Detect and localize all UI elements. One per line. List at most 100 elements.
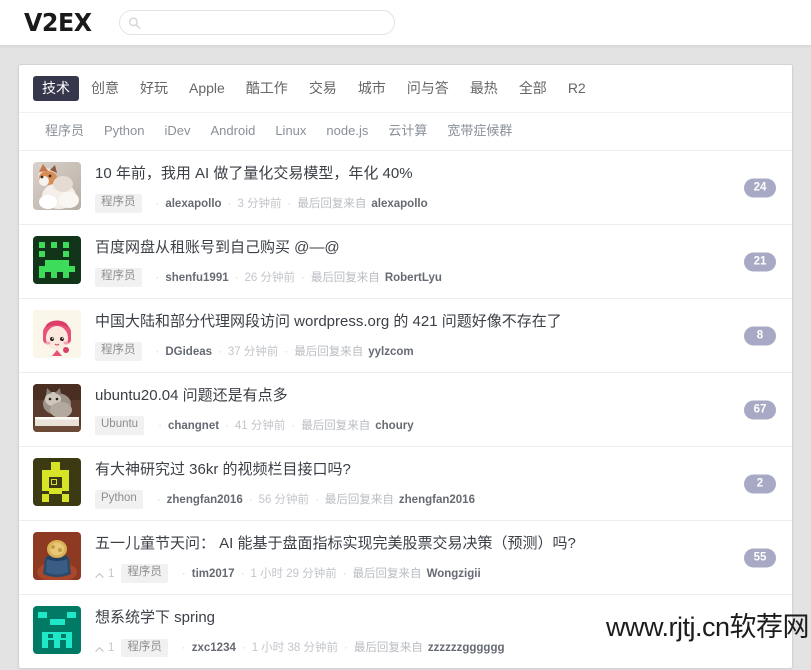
category-tabs: 技术 创意 好玩 Apple 酷工作 交易 城市 问与答 最热 全部 R2 <box>19 65 792 113</box>
table-row[interactable]: 想系统学下 spring 1 程序员 · zxc1234 · 1 小时 38 分… <box>19 594 792 669</box>
reply-count-badge[interactable]: 67 <box>744 400 776 420</box>
tab-jishu[interactable]: 技术 <box>33 76 79 102</box>
tab-jiaoyi[interactable]: 交易 <box>300 76 346 101</box>
tab-quanbu[interactable]: 全部 <box>510 76 556 101</box>
subnav-item-nodejs[interactable]: node.js <box>326 123 368 139</box>
node-tag[interactable]: 程序员 <box>121 638 168 658</box>
table-row[interactable]: 有大神研究过 36kr 的视频栏目接口吗? Python · zhengfan2… <box>19 446 792 521</box>
reply-count-badge[interactable]: 55 <box>744 548 776 568</box>
node-subnav: 程序员 Python iDev Android Linux node.js 云计… <box>19 112 792 150</box>
subnav-item-linux[interactable]: Linux <box>275 123 306 139</box>
meta-separator: · <box>156 493 161 506</box>
last-reply-user[interactable]: alexapollo <box>371 196 427 212</box>
meta-separator: · <box>234 271 239 284</box>
tab-kugongzuo[interactable]: 酷工作 <box>237 76 297 101</box>
tab-wenyuda[interactable]: 问与答 <box>398 76 458 101</box>
meta-separator: · <box>227 197 232 210</box>
reply-count-badge[interactable]: 8 <box>744 326 776 346</box>
subnav-item-kuandai[interactable]: 宽带症候群 <box>447 123 512 139</box>
topic-body: 五一儿童节天问： AI 能基于盘面指标实现完美股票交易决策（预测）吗? 1 程序… <box>95 532 778 584</box>
table-row[interactable]: ubuntu20.04 问题还是有点多 Ubuntu · changnet · … <box>19 372 792 447</box>
last-reply-label: 最后回复来自 <box>297 197 367 210</box>
author-link[interactable]: changnet <box>168 418 219 434</box>
topic-title[interactable]: 五一儿童节天问： AI 能基于盘面指标实现完美股票交易决策（预测）吗? <box>95 534 778 554</box>
meta-separator: · <box>248 493 253 506</box>
avatar[interactable] <box>33 236 81 285</box>
node-tag[interactable]: 程序员 <box>95 268 142 288</box>
avatar[interactable] <box>33 310 81 359</box>
author-link[interactable]: alexapollo <box>165 196 221 212</box>
last-reply-label: 最后回复来自 <box>310 271 380 284</box>
post-time: 1 小时 38 分钟前 <box>251 641 338 654</box>
avatar[interactable] <box>33 384 81 433</box>
avatar[interactable] <box>33 532 81 581</box>
node-tag[interactable]: Python <box>95 490 143 510</box>
subnav-item-python[interactable]: Python <box>104 123 144 139</box>
topic-meta: 1 程序员 · zxc1234 · 1 小时 38 分钟前 · 最后回复来自 z… <box>95 638 778 658</box>
vote-count[interactable]: 1 <box>95 566 114 582</box>
node-tag[interactable]: 程序员 <box>95 194 142 214</box>
table-row[interactable]: 中国大陆和部分代理网段访问 wordpress.org 的 421 问题好像不存… <box>19 298 792 373</box>
post-time: 1 小时 29 分钟前 <box>250 567 337 580</box>
author-link[interactable]: shenfu1991 <box>165 270 228 286</box>
tab-haowan[interactable]: 好玩 <box>131 76 177 101</box>
topic-title[interactable]: ubuntu20.04 问题还是有点多 <box>95 386 778 406</box>
topic-list-card: 技术 创意 好玩 Apple 酷工作 交易 城市 问与答 最热 全部 R2 程序… <box>18 64 793 670</box>
reply-count-badge[interactable]: 24 <box>744 178 776 197</box>
vote-count[interactable]: 1 <box>95 640 114 656</box>
jar-photo-avatar <box>33 532 81 581</box>
author-link[interactable]: zhengfan2016 <box>167 492 243 508</box>
node-tag[interactable]: 程序员 <box>121 564 168 584</box>
cat-book-photo-avatar <box>33 384 81 433</box>
table-row[interactable]: 10 年前，我用 AI 做了量化交易模型，年化 40% 程序员 · alexap… <box>19 149 792 225</box>
topic-title[interactable]: 有大神研究过 36kr 的视频栏目接口吗? <box>95 460 778 480</box>
meta-separator: · <box>300 271 305 284</box>
avatar[interactable] <box>33 458 81 507</box>
last-reply-user[interactable]: Wongzigii <box>427 566 481 582</box>
node-tag[interactable]: Ubuntu <box>95 416 145 436</box>
avatar[interactable] <box>33 606 81 655</box>
meta-separator: · <box>315 493 319 506</box>
table-row[interactable]: 五一儿童节天问： AI 能基于盘面指标实现完美股票交易决策（预测）吗? 1 程序… <box>19 520 792 595</box>
tab-zuire[interactable]: 最热 <box>461 76 507 101</box>
last-reply-user[interactable]: yylzcom <box>368 344 413 360</box>
node-tag[interactable]: 程序员 <box>95 342 142 362</box>
author-link[interactable]: tim2017 <box>192 566 235 582</box>
search-box[interactable] <box>119 10 396 35</box>
post-time: 3 分钟前 <box>237 197 282 210</box>
last-reply-user[interactable]: choury <box>375 418 413 434</box>
post-time: 26 分钟前 <box>244 271 295 284</box>
meta-separator: · <box>155 197 160 210</box>
topic-title[interactable]: 想系统学下 spring <box>95 608 778 628</box>
subnav-item-android[interactable]: Android <box>211 123 256 139</box>
subnav-item-chengxuyuan[interactable]: 程序员 <box>45 123 84 139</box>
table-row[interactable]: 百度网盘从租账号到自己购买 @—@ 程序员 · shenfu1991 · 26 … <box>19 224 792 299</box>
reply-count-badge[interactable]: 21 <box>744 252 776 272</box>
topic-body: 中国大陆和部分代理网段访问 wordpress.org 的 421 问题好像不存… <box>95 310 778 362</box>
author-link[interactable]: DGideas <box>165 344 212 360</box>
topic-title[interactable]: 10 年前，我用 AI 做了量化交易模型，年化 40% <box>95 164 778 184</box>
meta-separator: · <box>225 419 229 432</box>
topic-body: 百度网盘从租账号到自己购买 @—@ 程序员 · shenfu1991 · 26 … <box>95 236 778 288</box>
site-logo[interactable]: V2EX <box>24 10 92 35</box>
meta-separator: · <box>342 567 347 580</box>
tab-r2[interactable]: R2 <box>559 76 595 101</box>
last-reply-user[interactable]: RobertLyu <box>385 270 442 286</box>
page-content: 技术 创意 好玩 Apple 酷工作 交易 城市 问与答 最热 全部 R2 程序… <box>0 46 811 670</box>
avatar[interactable] <box>33 161 81 210</box>
tab-apple[interactable]: Apple <box>180 76 234 101</box>
meta-separator: · <box>155 345 160 358</box>
search-input[interactable] <box>119 10 396 35</box>
tab-chengshi[interactable]: 城市 <box>349 76 395 101</box>
last-reply-user[interactable]: zhengfan2016 <box>399 492 475 508</box>
reply-count-badge[interactable]: 2 <box>744 474 776 494</box>
subnav-item-idev[interactable]: iDev <box>165 123 191 139</box>
topic-body: 有大神研究过 36kr 的视频栏目接口吗? Python · zhengfan2… <box>95 458 778 510</box>
topic-title[interactable]: 百度网盘从租账号到自己购买 @—@ <box>95 238 778 258</box>
meta-separator: · <box>181 641 186 654</box>
subnav-item-yunjisuan[interactable]: 云计算 <box>388 123 427 139</box>
last-reply-user[interactable]: zzzzzzgggggg <box>428 640 505 656</box>
author-link[interactable]: zxc1234 <box>192 640 236 656</box>
topic-title[interactable]: 中国大陆和部分代理网段访问 wordpress.org 的 421 问题好像不存… <box>95 312 778 332</box>
tab-chuangyi[interactable]: 创意 <box>82 76 128 101</box>
